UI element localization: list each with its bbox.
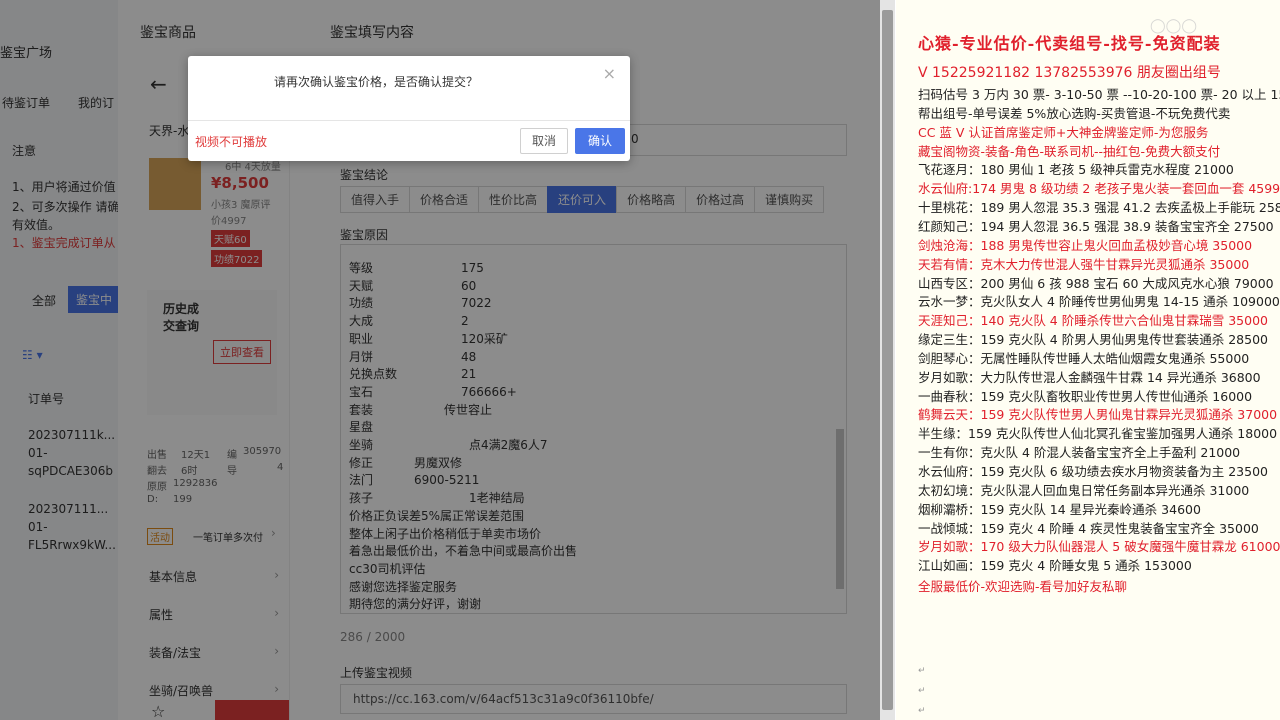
ad-line: 一曲春秋：159 克火队畜牧职业传世男人传世仙通杀 16000 (918, 388, 1253, 404)
ad-line: 藏宝阁物资-装备-角色-联系司机--抽红包-免费大额支付 (918, 143, 1221, 159)
ad-line: 江山如画：159 克火 4 阶睡女鬼 5 通杀 153000 (918, 558, 1192, 574)
ad-line: CC 蓝 V 认证首席鉴定师+大神金牌鉴定师-为您服务 (918, 124, 1209, 140)
ad-line: 天涯知己：140 克火队 4 阶睡杀传世六合仙鬼甘霖瑞雪 35000 (918, 313, 1268, 329)
ad-line: 红颜知己：194 男人忽混 36.5 强混 38.9 装备宝宝齐全 27500 (918, 218, 1274, 234)
ad-line: 水云仙府:174 男鬼 8 级功绩 2 老孩子鬼火装一套回血一套 4599 (918, 181, 1280, 197)
ad-line: 剑胆琴心：无属性睡队传世睡人太皓仙烟霞女鬼通杀 55000 (918, 350, 1250, 366)
ad-line: 天若有情：克木大力传世混人强牛甘霖异光灵狐通杀 35000 (918, 256, 1250, 272)
page-scroll-thumb[interactable] (882, 10, 893, 710)
paragraph-mark: ↵ (918, 666, 926, 676)
ad-line: 烟柳灞桥：159 克火队 14 星异光秦岭通杀 34600 (918, 501, 1201, 517)
paragraph-mark: ↵ (918, 706, 926, 716)
ad-footer: 全服最低价-欢迎选购-看号加好友私聊 (918, 579, 1128, 595)
cancel-button[interactable]: 取消 (520, 128, 568, 154)
ad-line: 一战倾城：159 克火 4 阶睡 4 疾灵性鬼装备宝宝齐全 35000 (918, 520, 1259, 536)
ad-line: 半生缘：159 克火队传世人仙北冥孔雀宝鉴加强男人通杀 18000 (918, 426, 1278, 442)
ad-line: 扫码估号 3 万内 30 票- 3-10-50 票 --10-20-100 票-… (918, 87, 1280, 102)
ad-line: 太初幻境：克火队混人回血鬼日常任务副本异光通杀 31000 (918, 482, 1250, 498)
ad-line: 剑烛沧海：188 男鬼传世容止鬼火回血孟极妙音心境 35000 (918, 237, 1253, 253)
ad-line: 飞花逐月：180 男仙 1 老孩 5 级神兵雷克水程度 21000 (918, 162, 1234, 178)
watermark: ◯◯◯ (1150, 18, 1198, 34)
ad-line: 鹤舞云天：159 克火队传世男人男仙鬼甘霖异光灵狐通杀 37000 (918, 407, 1278, 423)
ad-line: 岁月如歌：170 级大力队仙器混人 5 破女魔强牛魔甘霖龙 61000 (918, 539, 1280, 555)
ad-line: 十里桃花：189 男人忽混 35.3 强混 41.2 去疾孟极上手能玩 2588… (918, 200, 1280, 216)
dialog-message: 请再次确认鉴宝价格，是否确认提交？ (274, 75, 479, 89)
ad-line: 帮出组号-单号误差 5%放心选购-买贵管退-不玩免费代卖 (918, 105, 1231, 121)
dialog-divider (188, 120, 630, 121)
video-unplayable-notice: 视频不可播放 (195, 135, 268, 149)
ad-line: 水云仙府：159 克火队 6 级功绩去疾水月物资装备为主 23500 (918, 464, 1268, 479)
paragraph-mark: ↵ (918, 686, 926, 696)
ad-line: 缘定三生：159 克火队 4 阶男人男仙男鬼传世套装通杀 28500 (918, 332, 1268, 348)
confirm-dialog: 请再次确认鉴宝价格，是否确认提交？ × 视频不可播放 取消 确认 (188, 56, 630, 161)
confirm-button[interactable]: 确认 (575, 128, 625, 154)
ad-line: 云水一梦：克火队女人 4 阶睡传世男仙男鬼 14-15 通杀 109000 (918, 294, 1280, 310)
ad-line: 一生有你：克火队 4 阶混人装备宝宝齐全上手盈利 21000 (918, 445, 1241, 461)
ad-line: 山西专区：200 男仙 6 孩 988 宝石 60 大成风克水心狼 79000 (918, 275, 1274, 291)
close-icon[interactable]: × (603, 64, 616, 83)
ad-phone: V 15225921182 13782553976 朋友圈出组号 (918, 65, 1221, 81)
ad-line: 岁月如歌：大力队传世混人金麟强牛甘霖 14 异光通杀 36800 (918, 369, 1261, 385)
